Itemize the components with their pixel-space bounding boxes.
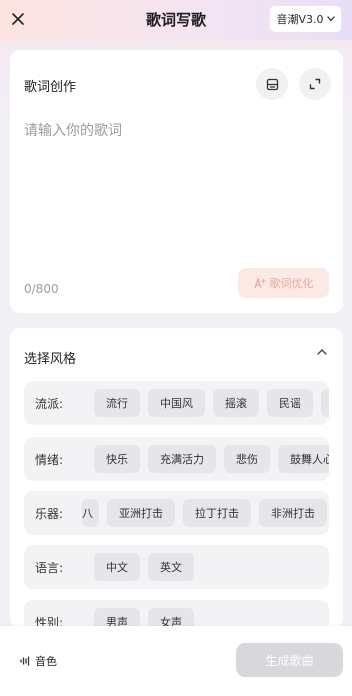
waveform-icon bbox=[20, 656, 30, 666]
model-selector[interactable]: 音潮V3.0 bbox=[269, 5, 342, 33]
style-chip[interactable]: 非洲打击 bbox=[259, 499, 327, 527]
style-chip[interactable]: 民谣 bbox=[267, 389, 313, 417]
lyrics-section-title: 歌词创作 bbox=[24, 80, 77, 95]
lyrics-template-button[interactable] bbox=[256, 68, 288, 100]
expand-button[interactable] bbox=[299, 68, 331, 100]
chevron-up-icon[interactable] bbox=[317, 348, 327, 356]
style-chip[interactable]: 男声 bbox=[94, 608, 140, 628]
ai-sparkle-icon bbox=[253, 277, 265, 288]
style-chip[interactable]: 摇滚 bbox=[213, 389, 259, 417]
style-card: 选择风格 流派: 流行 中国风 摇滚 民谣 R 情绪: 快乐 充满活力 悲伤 鼓… bbox=[10, 328, 343, 628]
row-label: 乐器: bbox=[35, 507, 64, 521]
style-row-mood: 情绪: 快乐 充满活力 悲伤 鼓舞人心 bbox=[24, 437, 329, 481]
chip-list: 快乐 充满活力 悲伤 鼓舞人心 bbox=[94, 445, 329, 473]
style-chip[interactable]: 充满活力 bbox=[148, 445, 216, 473]
style-chip[interactable]: 八 bbox=[82, 499, 99, 527]
style-row-genre: 流派: 流行 中国风 摇滚 民谣 R bbox=[24, 381, 329, 425]
chip-list: 流行 中国风 摇滚 民谣 R bbox=[94, 389, 329, 417]
style-chip[interactable]: 鼓舞人心 bbox=[278, 445, 329, 473]
style-chip[interactable]: 拉丁打击 bbox=[183, 499, 251, 527]
style-chip[interactable]: R bbox=[321, 389, 329, 417]
character-counter: 0/800 bbox=[24, 282, 59, 296]
generate-song-button[interactable]: 生成歌曲 bbox=[236, 643, 343, 677]
bottom-action-bar: 音色 生成歌曲 bbox=[0, 626, 352, 696]
expand-icon bbox=[309, 78, 321, 90]
row-label: 情绪: bbox=[35, 453, 64, 467]
optimize-lyrics-button[interactable]: 歌词优化 bbox=[238, 268, 329, 298]
style-chip[interactable]: 英文 bbox=[148, 553, 194, 581]
style-chip[interactable]: 流行 bbox=[94, 389, 140, 417]
voice-button[interactable]: 音色 bbox=[20, 653, 57, 669]
row-label: 流派: bbox=[35, 397, 64, 411]
document-icon bbox=[266, 78, 278, 90]
optimize-lyrics-label: 歌词优化 bbox=[269, 277, 314, 290]
chip-list: 中文 英文 bbox=[94, 553, 194, 581]
model-selector-label: 音潮V3.0 bbox=[276, 13, 324, 26]
style-chip[interactable]: 中文 bbox=[94, 553, 140, 581]
style-row-language: 语言: 中文 英文 bbox=[24, 545, 329, 589]
chevron-down-icon bbox=[326, 16, 335, 22]
style-chip[interactable]: 快乐 bbox=[94, 445, 140, 473]
style-chip[interactable]: 悲伤 bbox=[224, 445, 270, 473]
style-row-instrument: 乐器: 八 亚洲打击 拉丁打击 非洲打击 bbox=[24, 491, 329, 535]
style-section-title: 选择风格 bbox=[24, 352, 77, 367]
style-row-gender: 性别: 男声 女声 bbox=[24, 600, 329, 628]
chip-list: 男声 女声 bbox=[94, 608, 194, 628]
row-label: 语言: bbox=[35, 561, 64, 575]
chip-list: 八 亚洲打击 拉丁打击 非洲打击 bbox=[82, 499, 327, 527]
style-chip[interactable]: 中国风 bbox=[148, 389, 205, 417]
lyrics-input[interactable] bbox=[24, 120, 324, 260]
style-chip[interactable]: 亚洲打击 bbox=[107, 499, 175, 527]
style-chip[interactable]: 女声 bbox=[148, 608, 194, 628]
voice-label: 音色 bbox=[35, 655, 57, 668]
lyrics-card: 歌词创作 0/800 歌词优化 bbox=[10, 50, 343, 313]
top-header: 歌词写歌 音潮V3.0 bbox=[0, 0, 352, 40]
